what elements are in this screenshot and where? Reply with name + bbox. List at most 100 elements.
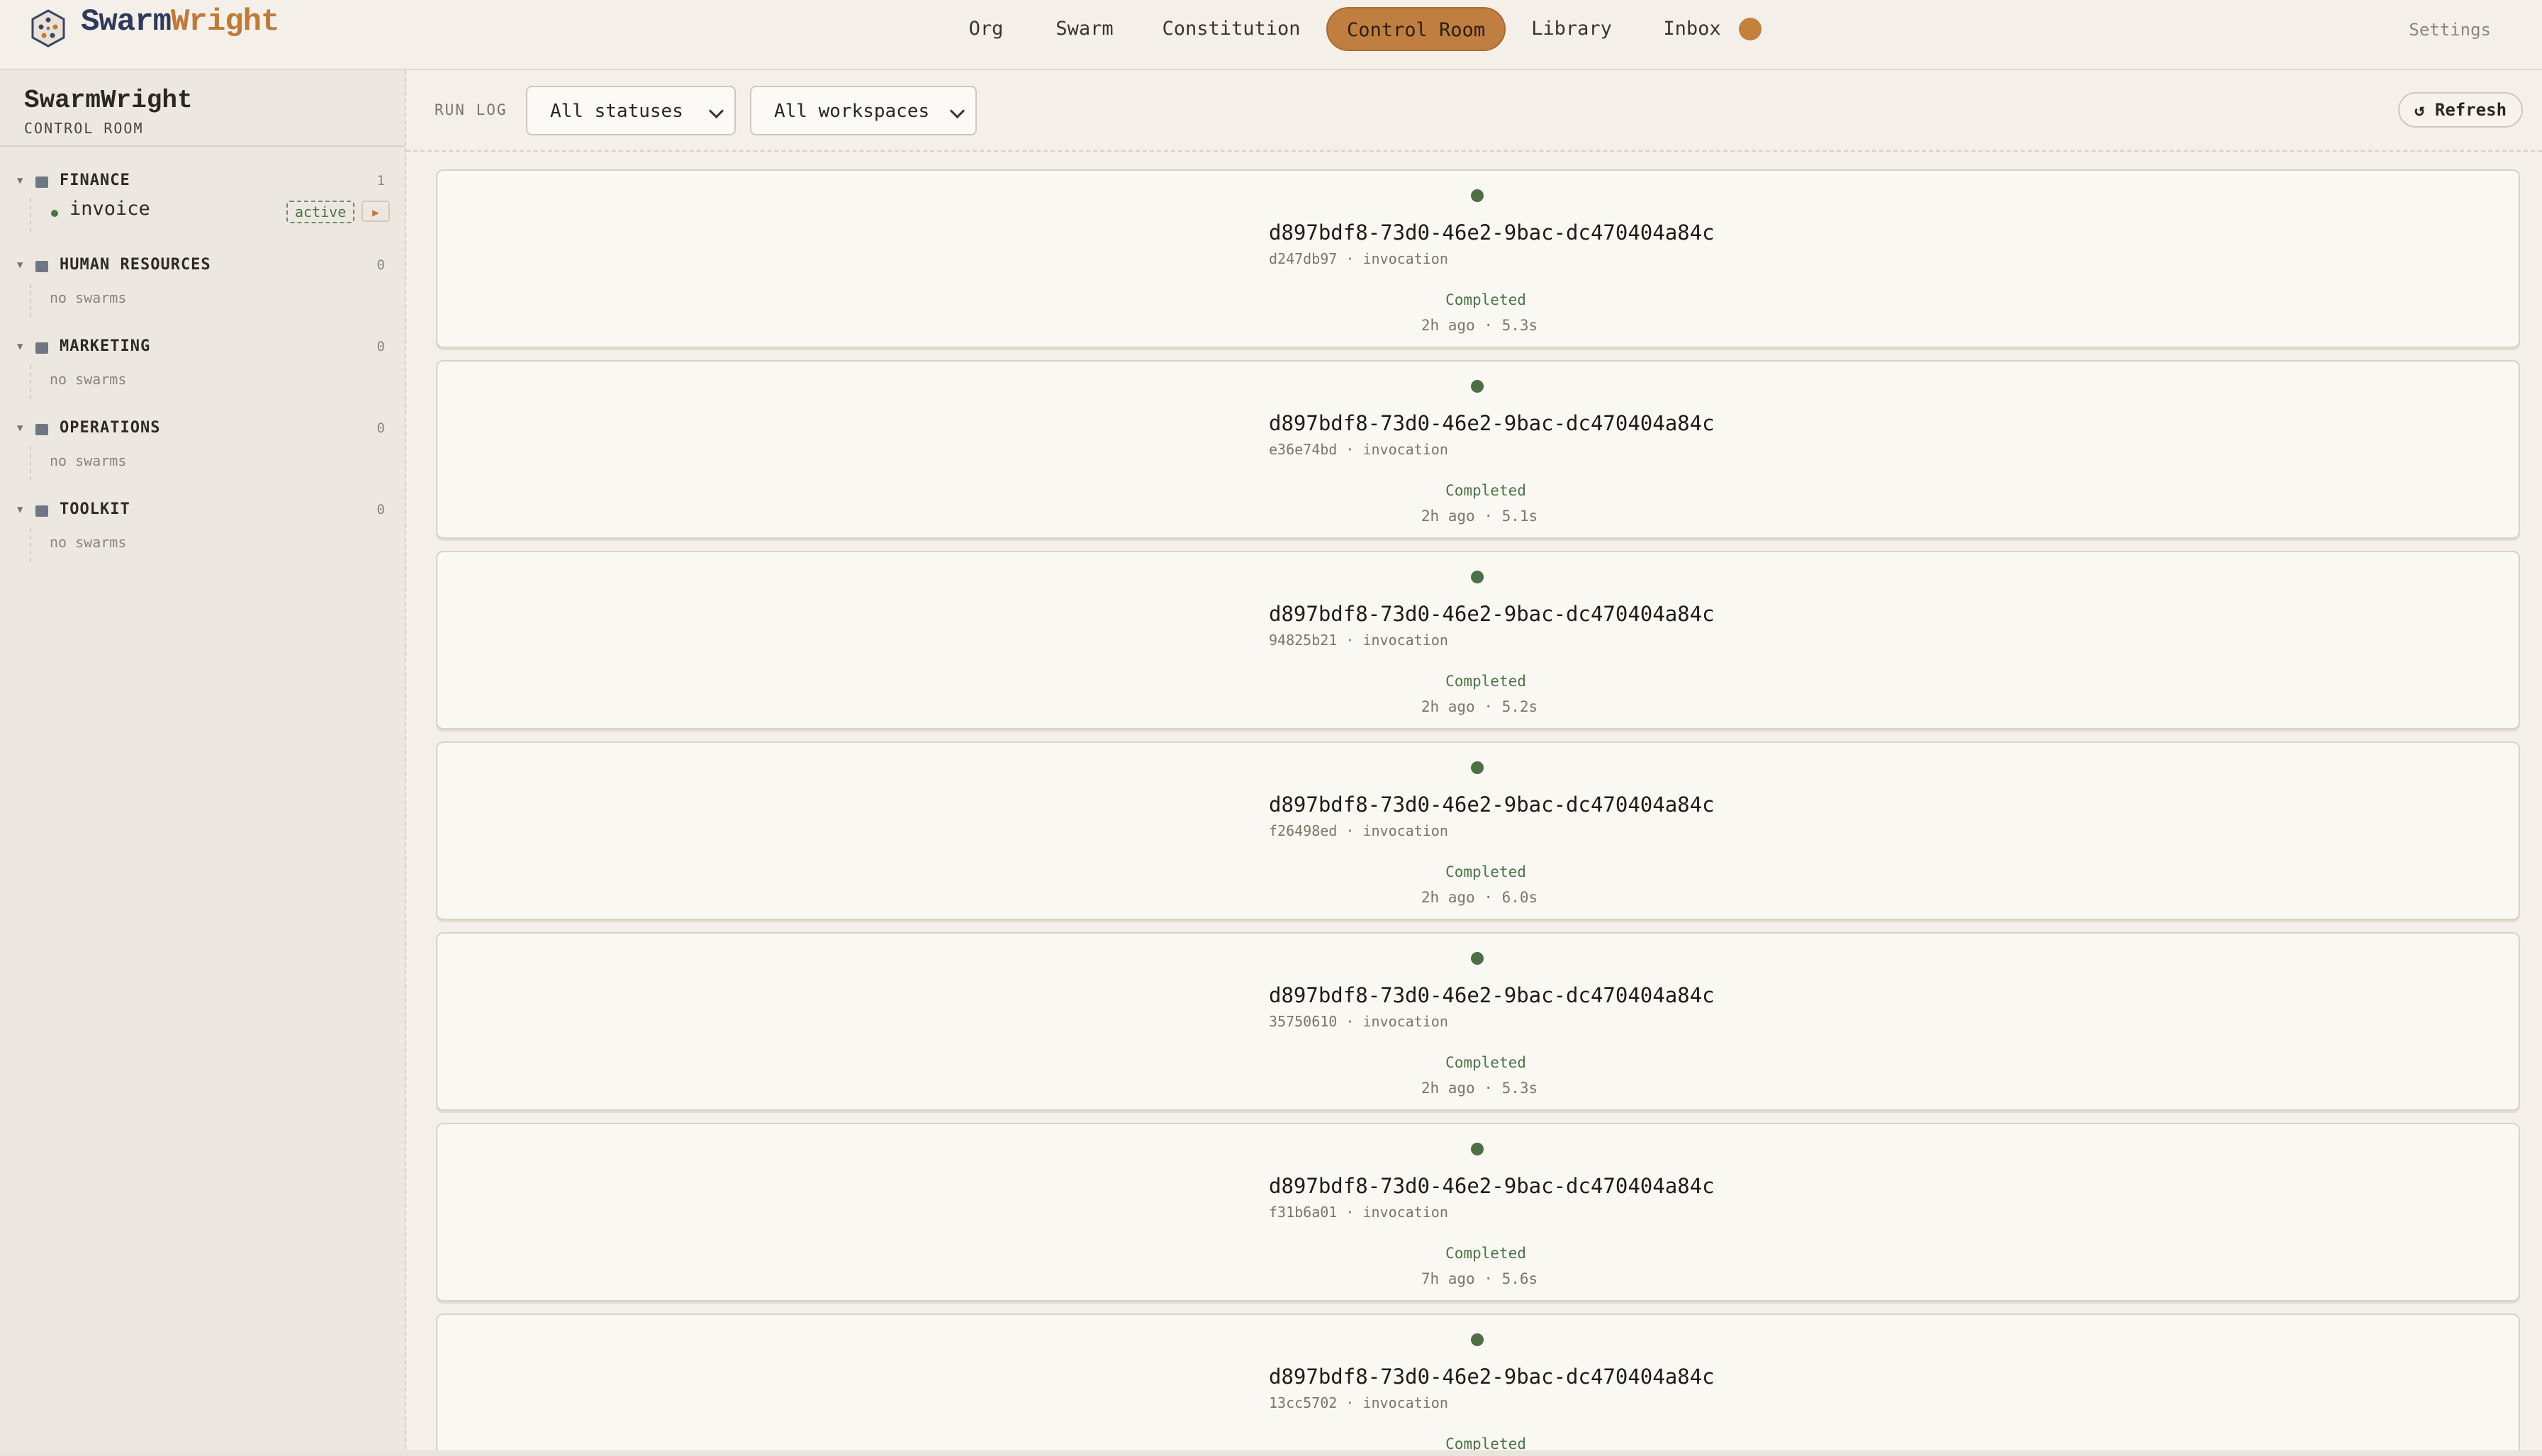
workspace-swarm-list: no swarms — [30, 528, 386, 562]
run-card[interactable]: d897bdf8-73d0-46e2-9bac-dc470404a84c 357… — [436, 932, 2520, 1111]
run-id[interactable]: d897bdf8-73d0-46e2-9bac-dc470404a84c — [1269, 793, 1715, 817]
workspace-name: MARKETING — [60, 337, 151, 355]
run-card[interactable]: d897bdf8-73d0-46e2-9bac-dc470404a84c 948… — [436, 551, 2520, 729]
caret-down-icon[interactable]: ▼ — [17, 341, 23, 352]
workspace-count: 0 — [376, 502, 385, 517]
empty-swarms-text: no swarms — [50, 371, 127, 388]
run-meta: 35750610 · invocation — [1269, 1013, 1448, 1030]
run-status: Completed — [1445, 673, 1526, 690]
run-age: 2h ago — [1421, 508, 1475, 525]
nav-control-room[interactable]: Control Room — [1326, 7, 1506, 51]
folder-icon — [35, 177, 48, 188]
workspace-swarm-list: no swarms — [30, 365, 386, 399]
run-meta: 94825b21 · invocation — [1269, 632, 1448, 649]
workspace-header-toolkit[interactable]: ▼ TOOLKIT 0 — [0, 497, 406, 525]
run-card[interactable]: d897bdf8-73d0-46e2-9bac-dc470404a84c f26… — [436, 741, 2520, 920]
run-card[interactable]: d897bdf8-73d0-46e2-9bac-dc470404a84c f31… — [436, 1123, 2520, 1301]
workspace-filter-value: All workspaces — [774, 101, 930, 122]
run-id[interactable]: d897bdf8-73d0-46e2-9bac-dc470404a84c — [1269, 1365, 1715, 1389]
folder-icon — [35, 261, 48, 272]
workspace-header-human-resources[interactable]: ▼ HUMAN RESOURCES 0 — [0, 252, 406, 281]
workspace-header-marketing[interactable]: ▼ MARKETING 0 — [0, 334, 406, 362]
sidebar-subtitle: CONTROL ROOM — [24, 120, 144, 137]
status-badge: active — [286, 201, 355, 223]
workspace-count: 0 — [376, 339, 385, 354]
run-short-id: f31b6a01 — [1269, 1204, 1338, 1221]
caret-down-icon[interactable]: ▼ — [17, 504, 23, 515]
run-meta: d247db97 · invocation — [1269, 250, 1448, 267]
run-duration: 6.0s — [1501, 889, 1538, 906]
run-time: 2h ago · 5.3s — [1421, 1080, 1538, 1097]
status-filter-select[interactable]: All statuses — [526, 86, 736, 135]
run-duration: 5.1s — [1501, 508, 1538, 525]
workspace-name: TOOLKIT — [60, 500, 130, 518]
workspace-header-operations[interactable]: ▼ OPERATIONS 0 — [0, 415, 406, 444]
workspace-header-finance[interactable]: ▼ FINANCE 1 — [0, 168, 406, 196]
empty-swarms-text: no swarms — [50, 534, 127, 551]
settings-link[interactable]: Settings — [2409, 20, 2491, 40]
run-swarm-button[interactable]: ▶ — [362, 201, 390, 222]
run-log-toolbar: RUN LOG All statuses All workspaces ↺ Re… — [406, 70, 2542, 152]
window-bottom-edge — [0, 1450, 2542, 1456]
run-id[interactable]: d897bdf8-73d0-46e2-9bac-dc470404a84c — [1269, 220, 1715, 245]
run-kind: invocation — [1362, 1013, 1448, 1030]
status-dot-icon — [1471, 1333, 1484, 1346]
workspace-group-operations: ▼ OPERATIONS 0 no swarms — [0, 415, 406, 486]
run-id[interactable]: d897bdf8-73d0-46e2-9bac-dc470404a84c — [1269, 1174, 1715, 1198]
nav-swarm[interactable]: Swarm — [1049, 7, 1120, 51]
caret-down-icon[interactable]: ▼ — [17, 422, 23, 434]
run-meta: f31b6a01 · invocation — [1269, 1204, 1448, 1221]
workspace-group-finance: ▼ FINANCE 1 invoice active ▶ — [0, 168, 406, 239]
swarm-name[interactable]: invoice — [69, 198, 150, 220]
run-id[interactable]: d897bdf8-73d0-46e2-9bac-dc470404a84c — [1269, 411, 1715, 435]
run-status: Completed — [1445, 863, 1526, 880]
nav-library[interactable]: Library — [1525, 7, 1618, 51]
run-age: 7h ago — [1421, 1270, 1475, 1287]
play-icon: ▶ — [372, 206, 379, 219]
run-duration: 5.2s — [1501, 698, 1538, 715]
run-kind: invocation — [1362, 250, 1448, 267]
sidebar-title: SwarmWright — [24, 86, 193, 115]
run-id[interactable]: d897bdf8-73d0-46e2-9bac-dc470404a84c — [1269, 602, 1715, 626]
run-duration: 5.6s — [1501, 1270, 1538, 1287]
caret-down-icon[interactable]: ▼ — [17, 259, 23, 271]
workspace-swarm-list: no swarms — [30, 284, 386, 318]
run-status: Completed — [1445, 1054, 1526, 1071]
run-meta: f26498ed · invocation — [1269, 822, 1448, 839]
empty-swarms-text: no swarms — [50, 452, 127, 469]
run-id[interactable]: d897bdf8-73d0-46e2-9bac-dc470404a84c — [1269, 983, 1715, 1007]
run-log-list: d897bdf8-73d0-46e2-9bac-dc470404a84c d24… — [406, 152, 2542, 1456]
run-card[interactable]: d897bdf8-73d0-46e2-9bac-dc470404a84c e36… — [436, 360, 2520, 539]
run-time: 2h ago · 5.1s — [1421, 508, 1538, 525]
workspace-group-human-resources: ▼ HUMAN RESOURCES 0 no swarms — [0, 252, 406, 323]
folder-icon — [35, 342, 48, 354]
run-status: Completed — [1445, 1245, 1526, 1262]
run-status: Completed — [1445, 291, 1526, 308]
workspace-group-marketing: ▼ MARKETING 0 no swarms — [0, 334, 406, 405]
workspace-group-toolkit: ▼ TOOLKIT 0 no swarms — [0, 497, 406, 568]
caret-down-icon[interactable]: ▼ — [17, 175, 23, 186]
run-status: Completed — [1445, 482, 1526, 499]
run-short-id: d247db97 — [1269, 250, 1338, 267]
run-meta: e36e74bd · invocation — [1269, 441, 1448, 458]
run-short-id: e36e74bd — [1269, 441, 1338, 458]
run-kind: invocation — [1362, 632, 1448, 649]
nav-constitution[interactable]: Constitution — [1157, 7, 1306, 51]
run-short-id: 13cc5702 — [1269, 1394, 1338, 1411]
sidebar-divider — [0, 145, 405, 147]
chevron-down-icon — [708, 103, 724, 119]
workspace-name: OPERATIONS — [60, 419, 161, 437]
run-kind: invocation — [1362, 822, 1448, 839]
run-card[interactable]: d897bdf8-73d0-46e2-9bac-dc470404a84c d24… — [436, 169, 2520, 348]
workspace-filter-select[interactable]: All workspaces — [750, 86, 977, 135]
run-card[interactable]: d897bdf8-73d0-46e2-9bac-dc470404a84c 13c… — [436, 1314, 2520, 1456]
run-meta: 13cc5702 · invocation — [1269, 1394, 1448, 1411]
status-dot-icon — [1471, 952, 1484, 965]
refresh-button[interactable]: ↺ Refresh — [2398, 92, 2523, 128]
folder-icon — [35, 505, 48, 517]
swarm-item-invoice[interactable]: invoice active ▶ — [31, 198, 390, 229]
run-age: 2h ago — [1421, 698, 1475, 715]
nav-org[interactable]: Org — [961, 7, 1012, 51]
nav-inbox[interactable]: Inbox — [1657, 7, 1728, 51]
status-dot-icon — [1471, 1143, 1484, 1155]
